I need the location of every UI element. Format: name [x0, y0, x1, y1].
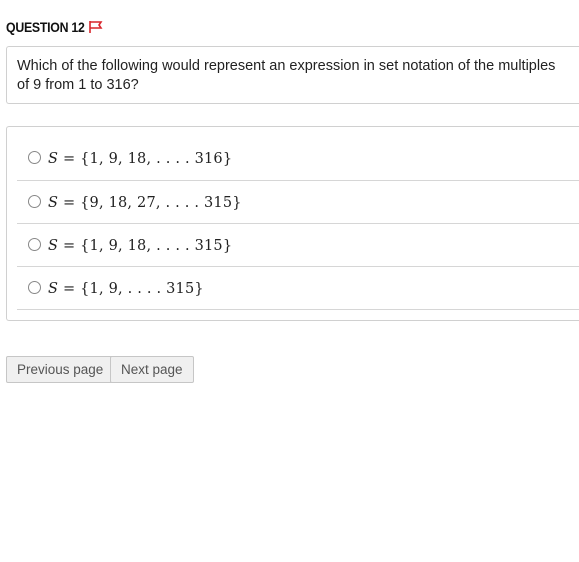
answer-option-text: S = {1, 9, . . . . 315} — [48, 281, 204, 297]
set-expression: = {1, 9, 18, . . . . 316} — [58, 151, 233, 167]
next-page-button[interactable]: Next page — [110, 356, 194, 383]
answer-option-text: S = {9, 18, 27, . . . . 315} — [48, 195, 242, 211]
question-title: QUESTION 12 — [6, 19, 85, 35]
set-expression: = {1, 9, 18, . . . . 315} — [58, 238, 233, 254]
set-variable: S — [48, 281, 59, 297]
radio-button[interactable] — [28, 281, 41, 294]
answer-options: S = {1, 9, 18, . . . . 316} S = {9, 18, … — [6, 126, 579, 321]
answer-option-4[interactable]: S = {1, 9, . . . . 315} — [17, 267, 579, 310]
question-header: QUESTION 12 — [6, 19, 104, 35]
answer-option-text: S = {1, 9, 18, . . . . 316} — [48, 151, 232, 167]
question-prompt: Which of the following would represent a… — [17, 58, 556, 93]
answer-option-2[interactable]: S = {9, 18, 27, . . . . 315} — [17, 181, 579, 224]
answer-option-1[interactable]: S = {1, 9, 18, . . . . 316} — [17, 138, 579, 181]
set-variable: S — [48, 238, 59, 254]
radio-button[interactable] — [28, 195, 41, 208]
radio-button[interactable] — [28, 238, 41, 251]
question-prompt-box: Which of the following would represent a… — [6, 46, 579, 104]
answer-option-3[interactable]: S = {1, 9, 18, . . . . 315} — [17, 224, 579, 267]
set-variable: S — [48, 151, 59, 167]
previous-page-button[interactable]: Previous page — [6, 356, 115, 383]
set-expression: = {1, 9, . . . . 315} — [58, 281, 204, 297]
set-variable: S — [48, 195, 59, 211]
flag-icon[interactable] — [88, 20, 104, 34]
radio-button[interactable] — [28, 151, 41, 164]
answer-option-text: S = {1, 9, 18, . . . . 315} — [48, 238, 232, 254]
set-expression: = {9, 18, 27, . . . . 315} — [58, 195, 242, 211]
